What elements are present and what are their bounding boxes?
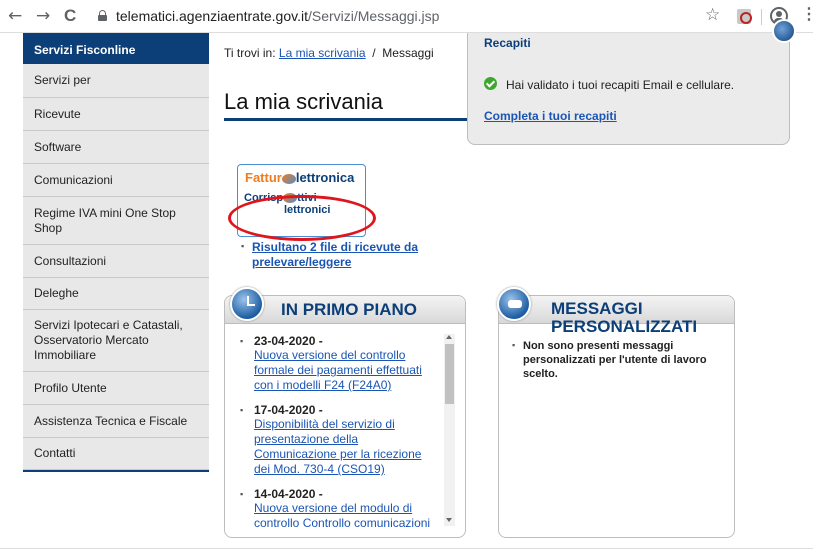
news-date: 23-04-2020 -	[254, 334, 323, 348]
sidebar-item-deleghe[interactable]: Deleghe	[23, 278, 209, 310]
sidebar-item-servizi-ipotecari[interactable]: Servizi Ipotecari e Catastali, Osservato…	[23, 310, 209, 372]
clock-icon	[230, 287, 264, 321]
news-date: 17-04-2020 -	[254, 403, 323, 417]
messaggi-title-line2: PERSONALIZZATI	[551, 317, 698, 336]
news-link[interactable]: Nuova versione del modulo di controllo C…	[254, 501, 440, 527]
recapiti-globe-icon	[772, 19, 796, 43]
reload-icon[interactable]: C	[64, 7, 76, 25]
messaggi-title: MESSAGGI PERSONALIZZATI	[551, 300, 697, 336]
breadcrumb-separator: /	[372, 46, 376, 60]
list-item: ▪ 17-04-2020 - Disponibilità del servizi…	[240, 403, 440, 477]
messaggi-header: MESSAGGI PERSONALIZZATI	[499, 296, 734, 336]
scroll-down-arrow-icon[interactable]	[446, 518, 452, 522]
sidebar-header[interactable]: Servizi Fisconline	[23, 33, 209, 64]
url-host: telematici.agenziaentrate.gov.it	[116, 8, 308, 24]
completa-recapiti-link[interactable]: Completa i tuoi recapiti	[484, 109, 617, 123]
address-bar[interactable]: telematici.agenziaentrate.gov.it/Servizi…	[94, 5, 774, 29]
recapiti-title: Recapiti	[484, 36, 531, 50]
ricevute-bullet: ▪	[241, 241, 245, 251]
page-bottom-border	[0, 548, 813, 549]
back-arrow-icon[interactable]: ←	[8, 7, 22, 25]
messaggi-title-line1: MESSAGGI	[551, 299, 643, 318]
breadcrumb-prefix: Ti trovi in:	[224, 46, 276, 60]
list-bullet: ▪	[240, 405, 244, 415]
messaggi-panel: MESSAGGI PERSONALIZZATI	[498, 295, 735, 538]
chat-bubble-icon	[497, 287, 531, 321]
check-icon	[484, 77, 497, 90]
sidebar: Servizi Fisconline Servizi per Ricevute …	[23, 33, 209, 472]
news-link[interactable]: Disponibilità del servizio di presentazi…	[254, 417, 440, 477]
breadcrumb-current: Messaggi	[382, 46, 434, 60]
scroll-up-arrow-icon[interactable]	[446, 335, 452, 339]
primo-piano-list: ▪ 23-04-2020 - Nuova versione del contro…	[240, 334, 440, 537]
list-item: ▪ 14-04-2020 - Nuova versione del modulo…	[240, 487, 440, 527]
recapiti-box: Recapiti Hai validato i tuoi recapiti Em…	[467, 19, 796, 145]
breadcrumb-link-scrivania[interactable]: La mia scrivania	[279, 46, 366, 60]
sidebar-item-assistenza[interactable]: Assistenza Tecnica e Fiscale	[23, 405, 209, 438]
sidebar-item-consultazioni[interactable]: Consultazioni	[23, 245, 209, 278]
sidebar-item-servizi-per[interactable]: Servizi per	[23, 64, 209, 98]
scroll-thumb[interactable]	[445, 344, 454, 404]
sidebar-item-profilo-utente[interactable]: Profilo Utente	[23, 372, 209, 405]
toolbar-divider	[761, 9, 762, 25]
browser-toolbar: ← → C telematici.agenziaentrate.gov.it/S…	[0, 0, 813, 33]
bookmark-star-icon[interactable]: ☆	[705, 5, 720, 25]
sidebar-item-ricevute[interactable]: Ricevute	[23, 98, 209, 131]
sidebar-item-contatti[interactable]: Contatti	[23, 438, 209, 470]
sidebar-item-comunicazioni[interactable]: Comunicazioni	[23, 164, 209, 197]
fattura-logo-text: Fattur lettronica	[245, 170, 354, 185]
fattura-text-b: lettronica	[295, 170, 355, 185]
news-date: 14-04-2020 -	[254, 487, 323, 501]
list-bullet: ▪	[240, 489, 244, 499]
messaggi-text: Non sono presenti messaggi personalizzat…	[523, 340, 707, 380]
breadcrumb: Ti trovi in: La mia scrivania / Messaggi	[224, 46, 434, 60]
forward-arrow-icon[interactable]: →	[36, 7, 50, 25]
ricevute-link[interactable]: Risultano 2 file di ricevute da prelevar…	[252, 240, 422, 270]
sidebar-bottom-rule	[23, 470, 209, 472]
news-link[interactable]: Nuova versione del controllo formale dei…	[254, 348, 440, 393]
primo-piano-scrollbar[interactable]	[444, 334, 455, 526]
red-highlight-ellipse	[228, 195, 376, 241]
list-item: ▪ 23-04-2020 - Nuova versione del contro…	[240, 334, 440, 393]
title-underline	[224, 118, 467, 121]
fattura-text-a: Fattur	[245, 170, 282, 185]
pdf-extension-icon[interactable]	[737, 9, 752, 24]
fattura-swoosh-icon	[281, 173, 296, 184]
list-bullet: ▪	[512, 340, 516, 350]
lock-icon	[98, 10, 107, 21]
url-path: /Servizi/Messaggi.jsp	[307, 8, 440, 24]
recapiti-message: Hai validato i tuoi recapiti Email e cel…	[506, 78, 735, 92]
page-title: La mia scrivania	[224, 89, 383, 114]
url-text: telematici.agenziaentrate.gov.it/Servizi…	[116, 8, 439, 24]
browser-menu-icon[interactable]: ⋮	[801, 7, 813, 23]
primo-piano-title: IN PRIMO PIANO	[281, 300, 418, 319]
sidebar-item-software[interactable]: Software	[23, 131, 209, 164]
list-bullet: ▪	[240, 336, 244, 346]
sidebar-item-regime-iva[interactable]: Regime IVA mini One Stop Shop	[23, 197, 209, 245]
